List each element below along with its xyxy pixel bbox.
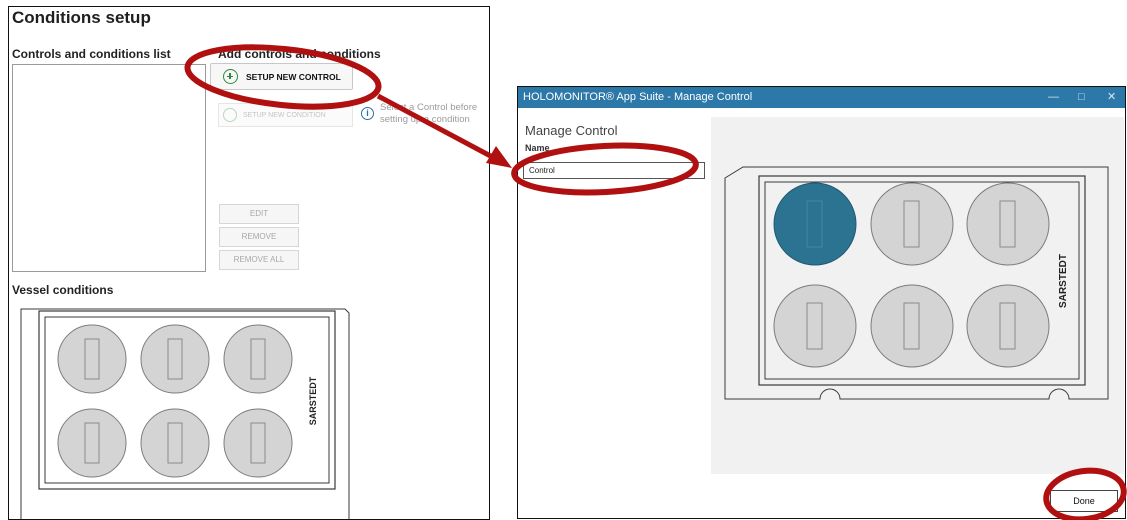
vessel-conditions-header: Vessel conditions xyxy=(12,283,114,297)
maximize-icon[interactable]: □ xyxy=(1078,87,1085,108)
well[interactable] xyxy=(966,182,1050,266)
plate-brand-label: SARSTEDT xyxy=(308,376,318,425)
edit-button[interactable]: EDIT xyxy=(219,204,299,224)
well[interactable] xyxy=(223,324,293,394)
setup-new-condition-label: SETUP NEW CONDITION xyxy=(243,111,326,119)
controls-conditions-list[interactable] xyxy=(12,64,206,272)
controls-list-header: Controls and conditions list xyxy=(12,47,171,61)
dialog-title: HOLOMONITOR® App Suite - Manage Control xyxy=(523,91,753,103)
well[interactable] xyxy=(223,408,293,478)
name-label: Name xyxy=(525,143,550,153)
done-button[interactable]: Done xyxy=(1050,490,1118,512)
well[interactable] xyxy=(140,408,210,478)
well[interactable] xyxy=(140,324,210,394)
well-selected[interactable] xyxy=(773,182,857,266)
conditions-setup-panel: Conditions setup Controls and conditions… xyxy=(8,6,490,520)
info-icon: i xyxy=(361,107,374,120)
minimize-icon[interactable]: — xyxy=(1048,87,1059,108)
dialog-heading: Manage Control xyxy=(525,123,618,138)
setup-new-control-label: SETUP NEW CONTROL xyxy=(246,71,341,82)
well[interactable] xyxy=(966,284,1050,368)
vessel-plate-right: SARSTEDT xyxy=(724,166,1109,400)
hint-text: Select a Control before setting up a con… xyxy=(380,102,478,125)
manage-control-dialog: HOLOMONITOR® App Suite - Manage Control … xyxy=(517,86,1126,519)
dialog-titlebar: HOLOMONITOR® App Suite - Manage Control … xyxy=(518,87,1125,108)
name-input[interactable] xyxy=(523,162,705,179)
plate-brand-label: SARSTEDT xyxy=(1058,254,1069,308)
well[interactable] xyxy=(57,324,127,394)
plus-circle-icon xyxy=(223,69,238,84)
vessel-plate-left: SARSTEDT xyxy=(20,308,350,519)
panel-title: Conditions setup xyxy=(12,8,151,27)
well[interactable] xyxy=(870,182,954,266)
add-controls-header: Add controls and conditions xyxy=(218,47,381,61)
plus-circle-icon xyxy=(223,108,237,122)
well[interactable] xyxy=(773,284,857,368)
setup-new-control-button[interactable]: SETUP NEW CONTROL xyxy=(210,63,353,90)
remove-button[interactable]: REMOVE xyxy=(219,227,299,247)
remove-all-button[interactable]: REMOVE ALL xyxy=(219,250,299,270)
close-icon[interactable]: ✕ xyxy=(1107,87,1116,108)
setup-new-condition-button[interactable]: SETUP NEW CONDITION xyxy=(218,103,353,127)
well[interactable] xyxy=(870,284,954,368)
vessel-area: SARSTEDT xyxy=(711,117,1124,474)
well[interactable] xyxy=(57,408,127,478)
